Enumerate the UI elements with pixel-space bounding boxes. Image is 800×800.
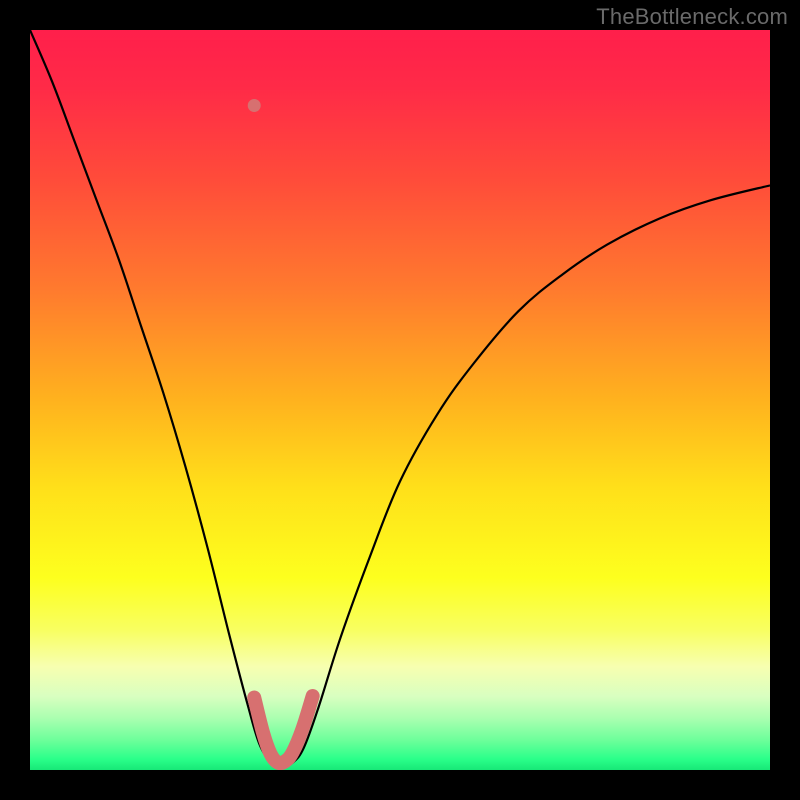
- plot-area: [30, 30, 770, 770]
- curve-layer: [30, 30, 770, 770]
- watermark-text: TheBottleneck.com: [596, 4, 788, 30]
- valley-band: [254, 696, 312, 763]
- bottleneck-curve: [30, 30, 770, 767]
- valley-marker-dot: [248, 99, 261, 112]
- chart-frame: TheBottleneck.com: [0, 0, 800, 800]
